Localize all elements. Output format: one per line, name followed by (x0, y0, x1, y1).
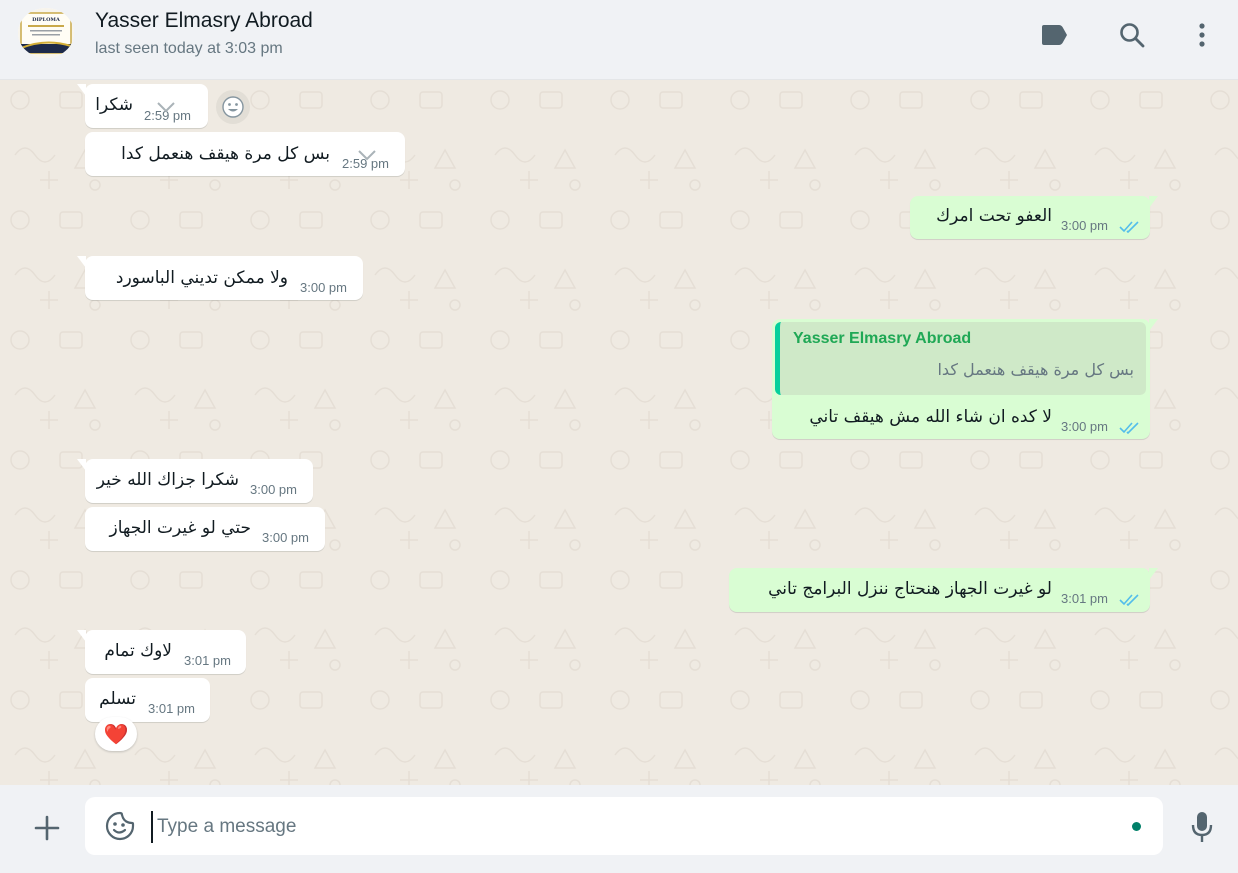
heart-icon: ❤️ (103, 722, 129, 746)
message-time: 3:01 pm (148, 701, 195, 716)
message-incoming[interactable]: حتي لو غيرت الجهاز 3:00 pm (85, 507, 325, 551)
message-text: لا كده ان شاء الله مش هيقف تاني (809, 407, 1052, 427)
quoted-text: بس كل مرة هيقف هنعمل كدا (937, 360, 1134, 379)
read-ticks-icon (1119, 422, 1139, 434)
search-icon[interactable] (1117, 20, 1147, 50)
message-text: ولا ممكن تديني الباسورد (115, 268, 288, 288)
quoted-message[interactable]: Yasser Elmasry Abroad بس كل مرة هيقف هنع… (775, 322, 1146, 395)
message-time: 3:00 pm (262, 530, 309, 545)
message-incoming[interactable]: شكرا جزاك الله خير 3:00 pm (77, 459, 313, 503)
chevron-down-icon[interactable] (357, 149, 377, 161)
message-incoming[interactable]: ولا ممكن تديني الباسورد 3:00 pm (77, 256, 363, 300)
last-seen-status: last seen today at 3:03 pm (95, 40, 283, 57)
message-time: 3:00 pm (250, 482, 297, 497)
message-time: 3:01 pm (184, 653, 231, 668)
read-ticks-icon (1119, 594, 1139, 606)
label-icon[interactable] (1039, 20, 1069, 50)
message-outgoing-reply[interactable]: Yasser Elmasry Abroad بس كل مرة هيقف هنع… (772, 319, 1158, 439)
mic-icon (1191, 812, 1213, 842)
quoted-author: Yasser Elmasry Abroad (793, 330, 972, 347)
message-incoming[interactable]: لاوك تمام 3:01 pm (77, 630, 246, 674)
voice-record-button[interactable] (1186, 810, 1218, 844)
plus-icon (34, 815, 60, 841)
message-text: لو غيرت الجهاز هنحتاج ننزل البرامج تاني (768, 579, 1052, 599)
contact-avatar[interactable]: DIPLOMA (18, 8, 74, 58)
message-outgoing[interactable]: لو غيرت الجهاز هنحتاج ننزل البرامج تاني … (729, 568, 1158, 612)
attach-plus-button[interactable] (32, 813, 62, 843)
read-ticks-icon (1119, 221, 1139, 233)
message-text: شكرا جزاك الله خير (96, 470, 239, 490)
sticker-icon[interactable] (105, 811, 135, 841)
message-incoming[interactable]: شكرا 2:59 pm (77, 84, 208, 128)
message-text: بس كل مرة هيقف هنعمل كدا (121, 144, 330, 164)
contact-name[interactable]: Yasser Elmasry Abroad (95, 9, 313, 33)
composer-bar (0, 785, 1238, 873)
react-emoji-button[interactable] (216, 90, 250, 124)
menu-icon[interactable] (1187, 20, 1217, 50)
heart-reaction-badge[interactable]: ❤️ (95, 717, 137, 751)
message-text: حتي لو غيرت الجهاز (109, 518, 252, 538)
message-input[interactable] (151, 811, 1119, 843)
avatar-logo-text: DIPLOMA (32, 17, 60, 23)
message-input-box[interactable] (85, 797, 1163, 855)
message-time: 3:00 pm (300, 280, 347, 295)
message-time: 3:01 pm (1061, 591, 1108, 606)
status-dot (1132, 822, 1141, 831)
message-text: لاوك تمام (104, 641, 172, 661)
message-text: تسلم (99, 689, 136, 709)
message-list[interactable]: شكرا 2:59 pm بس كل مرة هيقف هنعمل كدا 2:… (0, 80, 1238, 785)
message-text: العفو تحت امرك (936, 206, 1052, 226)
message-incoming[interactable]: تسلم 3:01 pm (85, 678, 210, 722)
message-time: 3:00 pm (1061, 419, 1108, 434)
message-time: 3:00 pm (1061, 218, 1108, 233)
chat-header: DIPLOMA Yasser Elmasry Abroad last seen … (0, 0, 1238, 80)
message-outgoing[interactable]: العفو تحت امرك 3:00 pm (910, 196, 1158, 239)
chevron-down-icon[interactable] (156, 101, 176, 113)
message-text: شكرا (95, 95, 133, 115)
message-incoming[interactable]: بس كل مرة هيقف هنعمل كدا 2:59 pm (85, 132, 405, 176)
